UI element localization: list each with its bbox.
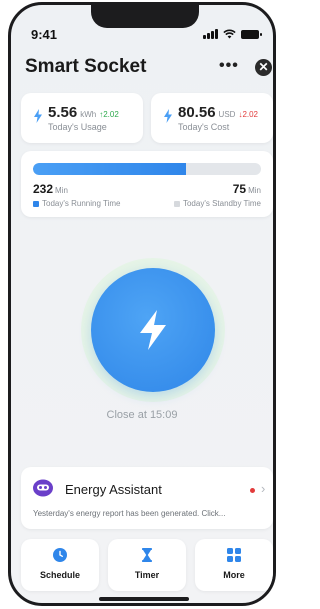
energy-assistant-card[interactable]: Energy Assistant › Yesterday's energy re… xyxy=(21,467,273,529)
lightning-bolt-icon xyxy=(140,310,166,350)
power-button[interactable] xyxy=(91,268,215,392)
running-time-fill xyxy=(33,163,186,175)
usage-delta: ↑2.02 xyxy=(99,110,119,119)
schedule-label: Schedule xyxy=(39,570,80,580)
usage-label: Today's Usage xyxy=(48,122,107,132)
lightning-icon xyxy=(164,109,172,123)
usage-card[interactable]: 5.56 kWh ↑2.02 Today's Usage xyxy=(21,93,143,143)
lightning-icon xyxy=(34,109,42,123)
robot-icon xyxy=(33,479,53,497)
header: Smart Socket ••• ✕ xyxy=(11,53,273,83)
chevron-right-icon: › xyxy=(261,481,266,496)
usage-value: 5.56 xyxy=(48,104,78,121)
cost-label: Today's Cost xyxy=(178,122,230,132)
grid-icon xyxy=(227,548,241,562)
running-time-progress-bar xyxy=(33,163,261,175)
cost-delta: ↓2.02 xyxy=(238,110,259,119)
cost-value: 80.56 xyxy=(178,104,216,121)
status-icons xyxy=(203,29,262,39)
timer-label: Timer xyxy=(134,570,160,580)
standby-legend: Today's Standby Time xyxy=(173,199,261,208)
wifi-icon xyxy=(223,29,236,39)
usage-value-row: 5.56 kWh ↑2.02 xyxy=(48,104,119,121)
signal-icon xyxy=(203,29,218,39)
usage-unit: kWh xyxy=(80,110,97,119)
cost-value-row: 80.56 USD ↓2.02 xyxy=(178,104,258,121)
status-bar: 9:41 xyxy=(11,5,273,45)
standby-legend-swatch xyxy=(173,200,180,207)
schedule-button[interactable]: Schedule xyxy=(21,539,99,591)
close-at-text: Close at 15:09 xyxy=(106,409,178,421)
home-indicator xyxy=(99,597,189,601)
phone-frame: 9:41 Smart Socket ••• ✕ 5.56 kWh ↑2.02 Tod… xyxy=(8,2,276,606)
assistant-title: Energy Assistant xyxy=(65,482,162,497)
running-time-card: 232 Min 75 Min Today's Running Time Today'… xyxy=(21,151,273,217)
running-label: Today's Running Time xyxy=(42,199,121,208)
cost-card[interactable]: 80.56 USD ↓2.02 Today's Cost xyxy=(151,93,273,143)
standby-unit: Min xyxy=(248,186,261,195)
running-unit: Min xyxy=(55,186,68,195)
standby-value: 75 xyxy=(232,182,247,196)
running-legend-swatch xyxy=(33,200,39,207)
cost-unit: USD xyxy=(218,110,236,119)
clock-icon xyxy=(53,548,67,562)
more-button[interactable]: More xyxy=(195,539,273,591)
notification-dot xyxy=(250,488,255,493)
close-button[interactable]: ✕ xyxy=(255,59,272,76)
more-options-button[interactable]: ••• xyxy=(219,57,239,75)
standby-value-row: 75 Min xyxy=(233,182,261,196)
assistant-description: Yesterday's energy report has been gener… xyxy=(33,509,226,518)
running-value: 232 xyxy=(33,182,54,196)
running-value-row: 232 Min xyxy=(33,182,68,196)
timer-button[interactable]: Timer xyxy=(108,539,186,591)
page-title: Smart Socket xyxy=(25,56,147,77)
more-label: More xyxy=(223,570,245,580)
standby-label: Today's Standby Time xyxy=(182,199,261,208)
hourglass-icon xyxy=(142,548,152,562)
battery-icon xyxy=(241,29,262,39)
status-time: 9:41 xyxy=(31,27,58,42)
running-legend: Today's Running Time xyxy=(33,199,120,208)
